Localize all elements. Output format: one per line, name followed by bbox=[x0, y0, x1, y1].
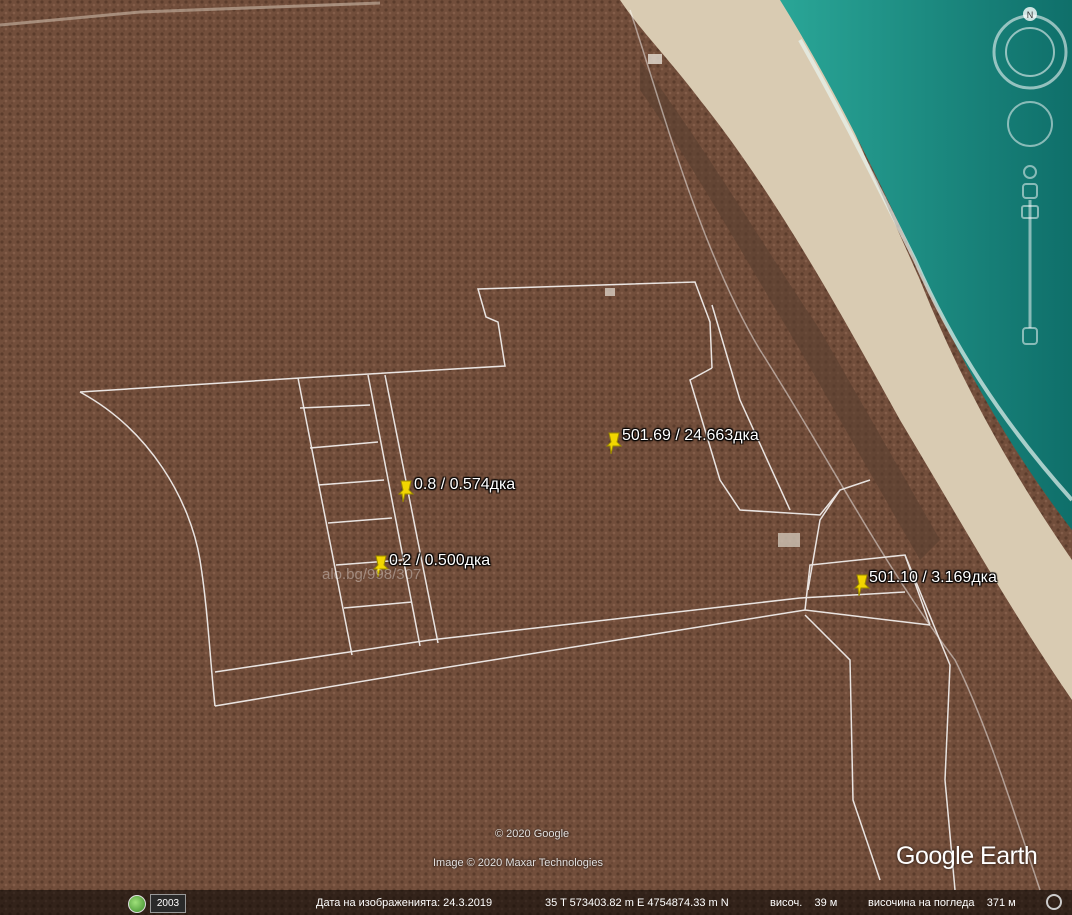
pin-label-0-8[interactable]: 0.8 / 0.574дка bbox=[414, 476, 515, 494]
watermark: alo.bg/998/307 bbox=[322, 566, 422, 583]
pin-label-501-10[interactable]: 501.10 / 3.169дка bbox=[869, 569, 997, 587]
streaming-indicator-icon bbox=[1046, 894, 1062, 910]
cursor-coordinates: 35 T 573403.82 m E 4754874.33 m N bbox=[545, 897, 729, 909]
historical-year[interactable]: 2003 bbox=[150, 894, 186, 913]
street-view-icon[interactable] bbox=[1023, 165, 1037, 179]
map-viewport[interactable]: 501.69 / 24.663дка 0.8 / 0.574дка 0.2 / … bbox=[0, 0, 1072, 915]
imagery-date: Дата на изображенията: 24.3.2019 bbox=[316, 897, 493, 909]
eye-altitude-readout: височина на погледа 371 м bbox=[868, 897, 1016, 909]
historical-imagery-icon[interactable] bbox=[128, 895, 146, 913]
satellite-imagery[interactable] bbox=[0, 0, 1072, 915]
copyright-text: © 2020 Google bbox=[495, 828, 570, 840]
look-joystick-icon[interactable] bbox=[1007, 101, 1053, 147]
google-earth-logo: Google Earth bbox=[896, 842, 1038, 870]
elevation-readout: височ. 39 м bbox=[770, 897, 838, 909]
navigation-controls[interactable]: N bbox=[990, 6, 1070, 356]
pin-label-501-69[interactable]: 501.69 / 24.663дка bbox=[622, 427, 759, 445]
imagery-credit: Image © 2020 Maxar Technologies bbox=[433, 857, 603, 869]
compass-north-label: N bbox=[1027, 10, 1034, 20]
zoom-slider[interactable] bbox=[1021, 183, 1039, 345]
